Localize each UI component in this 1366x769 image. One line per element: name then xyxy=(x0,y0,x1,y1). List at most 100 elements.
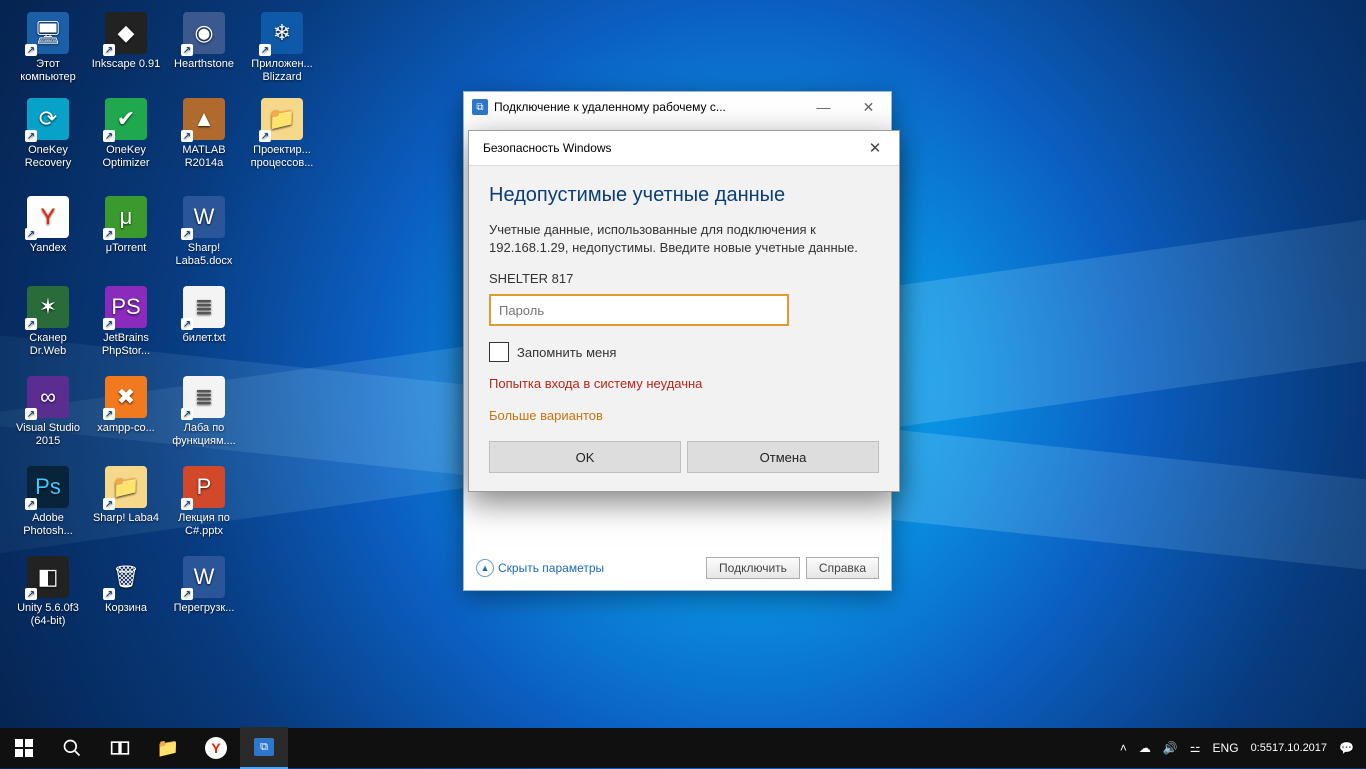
onekey-rec-icon: ⟳↗ xyxy=(27,98,69,140)
desktop-icon-folder-sharp[interactable]: 📁↗ Sharp! Laba4 xyxy=(88,466,164,525)
desktop-icon-ppt[interactable]: P↗ Лекция по C#.pptx xyxy=(166,466,242,538)
desktop-icon-photoshop[interactable]: Ps↗Adobe Photosh... xyxy=(10,466,86,538)
desktop-icon-yandex[interactable]: Y↗Yandex xyxy=(10,196,86,255)
desktop-icon-label: Корзина xyxy=(88,602,164,615)
tray-language[interactable]: ENG xyxy=(1207,728,1245,768)
desktop-icon-label: Sharp! Laba4 xyxy=(88,512,164,525)
utorrent-icon: μ↗ xyxy=(105,196,147,238)
desktop-icon-label: xampp-co... xyxy=(88,422,164,435)
desktop-icon-label: Сканер Dr.Web xyxy=(10,332,86,358)
matlab-icon: ▲↗ xyxy=(183,98,225,140)
desktop-icon-xampp[interactable]: ✖↗ xampp-co... xyxy=(88,376,164,435)
taskbar-rdp[interactable]: ⧉ xyxy=(240,727,288,769)
task-view-button[interactable] xyxy=(96,728,144,768)
shortcut-arrow-icon: ↗ xyxy=(25,318,37,330)
shortcut-arrow-icon: ↗ xyxy=(103,588,115,600)
this-pc-icon: 🖥↗ xyxy=(27,12,69,54)
start-button[interactable] xyxy=(0,728,48,768)
shortcut-arrow-icon: ↗ xyxy=(181,44,193,56)
folder-proj-icon: 📁↗ xyxy=(261,98,303,140)
rdp-connect-button[interactable]: Подключить xyxy=(706,557,800,579)
rdp-hide-params-link[interactable]: ▲ Скрыть параметры xyxy=(476,559,604,577)
remember-checkbox[interactable] xyxy=(489,342,509,362)
shortcut-arrow-icon: ↗ xyxy=(103,408,115,420)
xampp-icon: ✖↗ xyxy=(105,376,147,418)
taskbar-explorer[interactable]: 📁 xyxy=(144,728,192,768)
desktop-icon-label: Приложен... Blizzard xyxy=(244,58,320,84)
password-input[interactable] xyxy=(489,294,789,326)
desktop-icon-txt-laba[interactable]: ≣↗Лаба по функциям.... xyxy=(166,376,242,448)
desktop-icon-utorrent[interactable]: μ↗μTorrent xyxy=(88,196,164,255)
tray-volume-icon[interactable]: 🔊 xyxy=(1157,728,1184,768)
desktop-icon-folder-proj[interactable]: 📁↗ Проектир... процессов... xyxy=(244,98,320,170)
word-sharp-icon: W↗ xyxy=(183,196,225,238)
shortcut-arrow-icon: ↗ xyxy=(181,228,193,240)
desktop-icon-recycle[interactable]: 🗑↗ Корзина xyxy=(88,556,164,615)
desktop-icon-label: Этот компьютер xyxy=(10,58,86,84)
desktop-icon-label: Проектир... процессов... xyxy=(244,144,320,170)
desktop-icon-label: Лекция по C#.pptx xyxy=(166,512,242,538)
remember-me-option[interactable]: Запомнить меня xyxy=(489,342,879,362)
photoshop-icon: Ps↗ xyxy=(27,466,69,508)
desktop-icon-label: Перегрузк... xyxy=(166,602,242,615)
tray-network-icon[interactable]: ⚍ xyxy=(1184,728,1207,768)
desktop-icon-label: OneKey Recovery xyxy=(10,144,86,170)
folder-sharp-icon: 📁↗ xyxy=(105,466,147,508)
desktop-icon-unity[interactable]: ◧↗Unity 5.6.0f3 (64-bit) xyxy=(10,556,86,628)
desktop-icon-label: Yandex xyxy=(10,242,86,255)
drweb-icon: ✶↗ xyxy=(27,286,69,328)
desktop-icon-matlab[interactable]: ▲↗MATLAB R2014a xyxy=(166,98,242,170)
taskbar: 📁 Y ⧉ ˄ ☁ 🔊 ⚍ ENG 0:55 17.10.2017 💬 xyxy=(0,728,1366,768)
cancel-button[interactable]: Отмена xyxy=(687,441,879,473)
rdp-help-button[interactable]: Справка xyxy=(806,557,879,579)
desktop-icon-txt-bilet[interactable]: ≣↗билет.txt xyxy=(166,286,242,345)
credentials-message: Учетные данные, использованные для подкл… xyxy=(489,221,879,257)
desktop-icon-drweb[interactable]: ✶↗ Сканер Dr.Web xyxy=(10,286,86,358)
desktop-icon-label: Sharp! Laba5.docx xyxy=(166,242,242,268)
desktop-icon-label: Visual Studio 2015 xyxy=(10,422,86,448)
desktop-icon-this-pc[interactable]: 🖥↗ Этот компьютер xyxy=(10,12,86,84)
tray-onedrive-icon[interactable]: ☁ xyxy=(1133,728,1157,768)
desktop-icon-label: Лаба по функциям.... xyxy=(166,422,242,448)
desktop-icon-hearthstone[interactable]: ◉↗Hearthstone xyxy=(166,12,242,71)
desktop-icon-inkscape[interactable]: ◆↗Inkscape 0.91 xyxy=(88,12,164,71)
desktop-icon-blizzard[interactable]: ❄↗Приложен... Blizzard xyxy=(244,12,320,84)
shortcut-arrow-icon: ↗ xyxy=(181,498,193,510)
credentials-title-text: Безопасность Windows xyxy=(483,141,612,155)
shortcut-arrow-icon: ↗ xyxy=(103,498,115,510)
tray-notifications-icon[interactable]: 💬 xyxy=(1333,728,1360,768)
rdp-titlebar[interactable]: ⧉ Подключение к удаленному рабочему с...… xyxy=(464,92,891,122)
shortcut-arrow-icon: ↗ xyxy=(103,130,115,142)
shortcut-arrow-icon: ↗ xyxy=(25,588,37,600)
desktop-icon-phpstorm[interactable]: PS↗JetBrains PhpStor... xyxy=(88,286,164,358)
ok-button[interactable]: OK xyxy=(489,441,681,473)
vs2015-icon: ∞↗ xyxy=(27,376,69,418)
remember-label: Запомнить меня xyxy=(517,345,616,360)
rdp-minimize-button[interactable]: — xyxy=(801,92,846,122)
desktop-icon-word-per[interactable]: W↗Перегрузк... xyxy=(166,556,242,615)
desktop-icon-vs2015[interactable]: ∞↗ Visual Studio 2015 xyxy=(10,376,86,448)
recycle-icon: 🗑↗ xyxy=(105,556,147,598)
desktop-icon-label: Inkscape 0.91 xyxy=(88,58,164,71)
tray-date: 17.10.2017 xyxy=(1272,742,1327,755)
desktop-icon-onekey-rec[interactable]: ⟳↗ OneKey Recovery xyxy=(10,98,86,170)
tray-chevron-icon[interactable]: ˄ xyxy=(1114,728,1133,768)
shortcut-arrow-icon: ↗ xyxy=(25,408,37,420)
shortcut-arrow-icon: ↗ xyxy=(25,498,37,510)
ppt-icon: P↗ xyxy=(183,466,225,508)
taskbar-yandex[interactable]: Y xyxy=(192,728,240,768)
shortcut-arrow-icon: ↗ xyxy=(181,588,193,600)
desktop-icon-word-sharp[interactable]: W↗ Sharp! Laba5.docx xyxy=(166,196,242,268)
rdp-close-button[interactable]: ✕ xyxy=(846,92,891,122)
credentials-close-button[interactable]: ✕ xyxy=(855,131,895,165)
onekey-opt-icon: ✔↗ xyxy=(105,98,147,140)
rdp-hide-params-label: Скрыть параметры xyxy=(498,561,604,575)
search-button[interactable] xyxy=(48,728,96,768)
rdp-title-text: Подключение к удаленному рабочему с... xyxy=(494,100,726,114)
desktop-icon-onekey-opt[interactable]: ✔↗OneKey Optimizer xyxy=(88,98,164,170)
tray-clock[interactable]: 0:55 17.10.2017 xyxy=(1245,728,1333,768)
more-options-link[interactable]: Больше вариантов xyxy=(489,408,603,423)
credentials-heading: Недопустимые учетные данные xyxy=(489,184,879,207)
credentials-titlebar[interactable]: Безопасность Windows ✕ xyxy=(469,131,899,166)
shortcut-arrow-icon: ↗ xyxy=(25,44,37,56)
